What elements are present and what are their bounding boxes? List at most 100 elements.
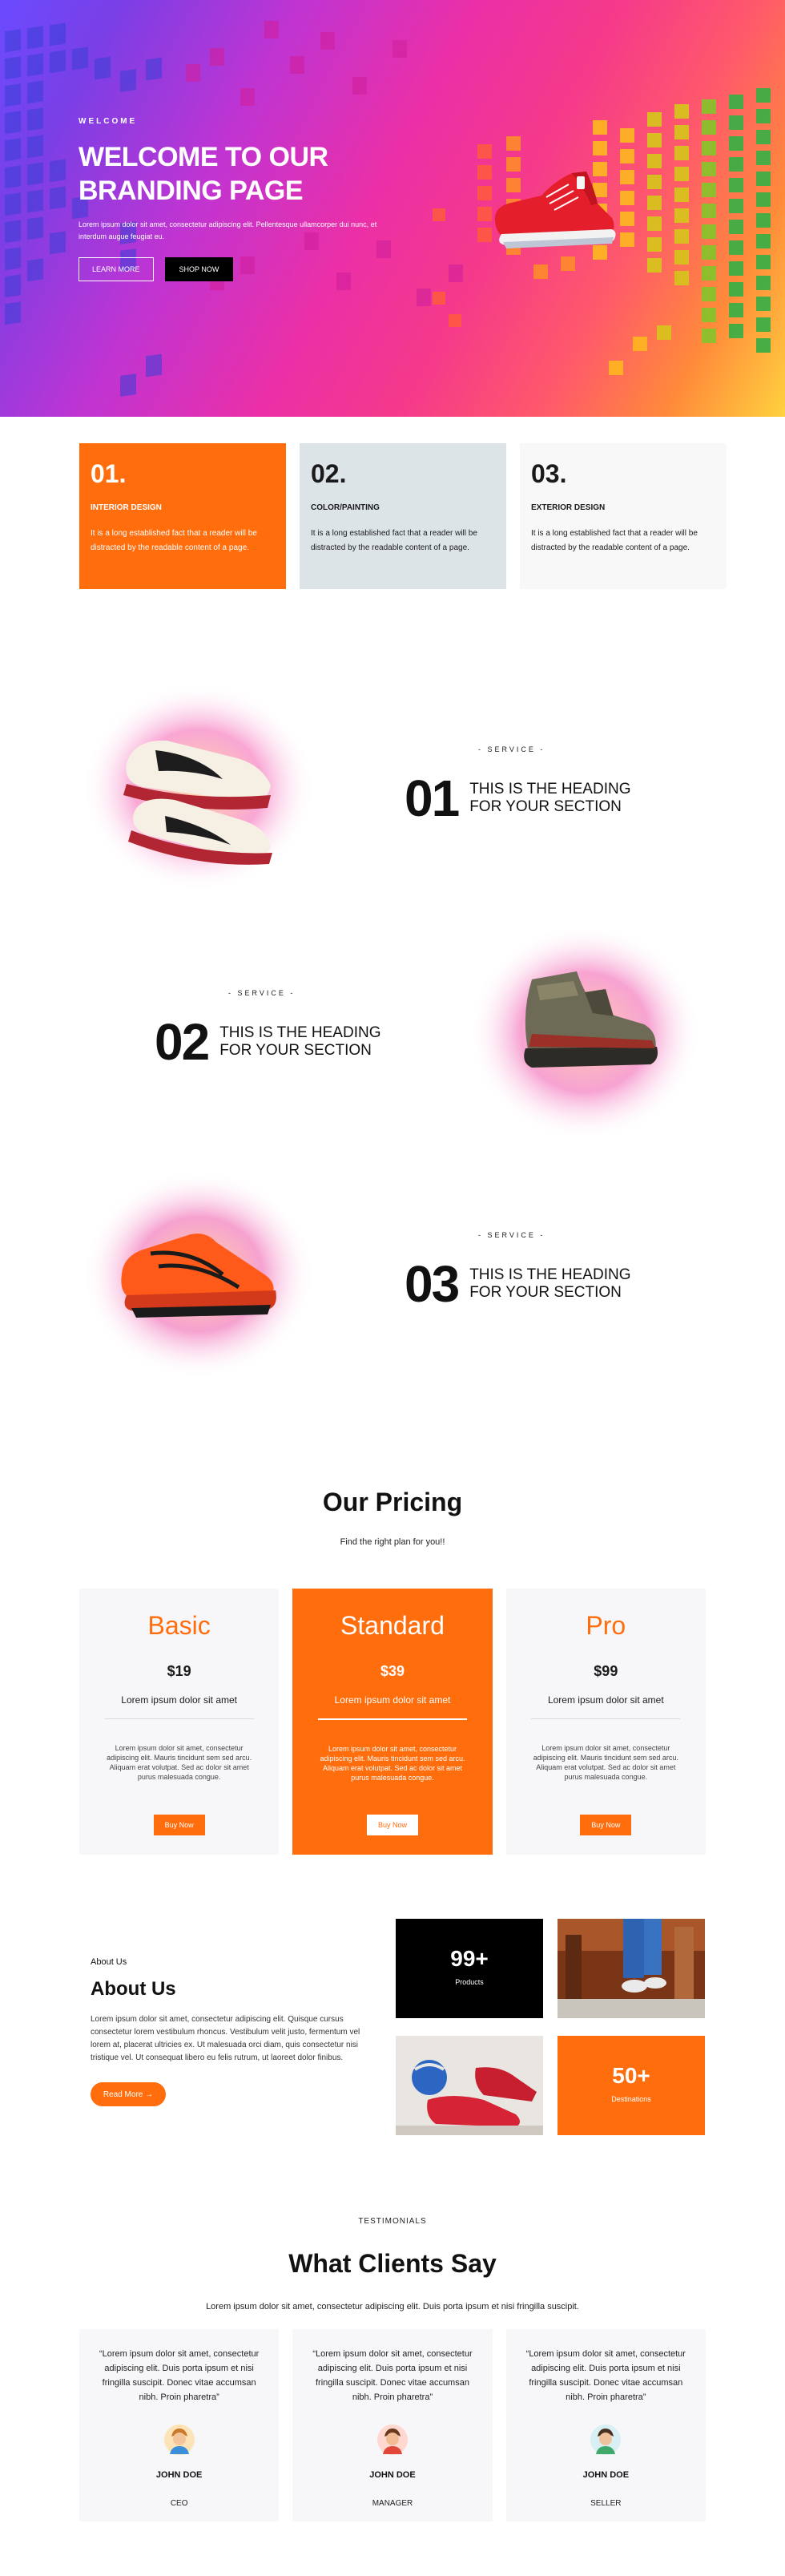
- plan-divider: [104, 1718, 254, 1719]
- buy-now-button[interactable]: Buy Now: [153, 1815, 205, 1835]
- plan-card-standard: Standard $39 Lorem ipsum dolor sit amet …: [292, 1589, 493, 1855]
- testimonial-cards: “Lorem ipsum dolor sit amet, consectetur…: [79, 2329, 706, 2521]
- feature-box-interior: 01. INTERIOR DESIGN It is a long establi…: [79, 443, 286, 589]
- plan-price: $99: [594, 1663, 618, 1679]
- feature-number: 02.: [311, 459, 347, 488]
- read-more-button[interactable]: Read More →: [91, 2082, 166, 2106]
- feature-box-color: 02. COLOR/PAINTING It is a long establis…: [300, 443, 506, 589]
- hero-description: Lorem ipsum dolor sit amet, consectetur …: [78, 220, 377, 240]
- service-3: - SERVICE - 03 THIS IS THE HEADING FOR Y…: [405, 1231, 630, 1313]
- service-number: 02: [155, 1013, 210, 1071]
- boot-image: [469, 924, 701, 1141]
- pricing-title: Our Pricing: [322, 1488, 463, 1516]
- testimonials-kicker: TESTIMONIALS: [358, 2217, 427, 2226]
- testimonial-role: CEO: [170, 2499, 188, 2508]
- testimonial-role: SELLER: [590, 2499, 622, 2508]
- testimonial-quote: “Lorem ipsum dolor sit amet, consectetur…: [99, 2349, 260, 2402]
- service-number: 01: [405, 769, 460, 827]
- plan-description: Lorem ipsum dolor sit amet, consectetur …: [107, 1744, 252, 1781]
- testimonial-quote: “Lorem ipsum dolor sit amet, consectetur…: [525, 2349, 686, 2402]
- feature-title: COLOR/PAINTING: [311, 503, 380, 512]
- plan-description: Lorem ipsum dolor sit amet, consectetur …: [320, 1745, 465, 1782]
- stat-tile-destinations: 50+ Destinations: [558, 2036, 705, 2135]
- testimonial-card: “Lorem ipsum dolor sit amet, consectetur…: [505, 2329, 706, 2521]
- pricing-plans: Basic $19 Lorem ipsum dolor sit amet Lor…: [79, 1589, 706, 1855]
- feature-title: EXTERIOR DESIGN: [531, 503, 606, 512]
- feature-number: 03.: [531, 459, 567, 488]
- testimonial-card: “Lorem ipsum dolor sit amet, consectetur…: [292, 2329, 493, 2521]
- landing-page: WELCOME WELCOME TO OUR BRANDING PAGE Lor…: [0, 0, 785, 2576]
- feature-boxes: 01. INTERIOR DESIGN It is a long establi…: [79, 443, 727, 589]
- about-title: About Us: [91, 1978, 176, 2000]
- service-number: 03: [405, 1255, 460, 1313]
- stat-number: 50+: [612, 2063, 650, 2088]
- stat-label: Destinations: [611, 2095, 651, 2103]
- stat-tile-products: 99+ Products: [396, 1919, 543, 2018]
- plan-name: Basic: [147, 1611, 211, 1640]
- testimonial-role: MANAGER: [372, 2499, 413, 2508]
- service-heading-line-1: THIS IS THE HEADING: [219, 1024, 381, 1041]
- service-kicker: - SERVICE -: [478, 745, 545, 753]
- plan-tagline: Lorem ipsum dolor sit amet: [121, 1694, 238, 1706]
- plan-price: $19: [167, 1663, 191, 1679]
- avatar-icon: [376, 2425, 408, 2455]
- feature-number: 01.: [91, 459, 127, 488]
- avatar-icon: [163, 2425, 195, 2455]
- about-description: Lorem ipsum dolor sit amet, consectetur …: [91, 2015, 360, 2062]
- sneaker-image: [83, 683, 315, 891]
- testimonial-name: JOHN DOE: [582, 2470, 630, 2480]
- testimonial-name: JOHN DOE: [155, 2470, 203, 2480]
- plan-tagline: Lorem ipsum dolor sit amet: [334, 1694, 451, 1706]
- hero-kicker: WELCOME: [78, 117, 138, 126]
- hero-title: WELCOME TO OUR BRANDING PAGE: [78, 140, 399, 208]
- service-heading-line-1: THIS IS THE HEADING: [469, 781, 631, 797]
- plan-tagline: Lorem ipsum dolor sit amet: [547, 1694, 664, 1706]
- learn-more-button[interactable]: LEARN MORE: [78, 257, 154, 281]
- plan-price: $39: [380, 1663, 405, 1679]
- testimonials-subtitle: Lorem ipsum dolor sit amet, consectetur …: [206, 2302, 579, 2312]
- service-kicker: - SERVICE -: [228, 989, 296, 997]
- plan-name: Standard: [340, 1611, 445, 1640]
- feature-title: INTERIOR DESIGN: [91, 503, 162, 512]
- plan-name: Pro: [586, 1611, 626, 1640]
- service-heading-line-2: FOR YOUR SECTION: [469, 798, 622, 815]
- service-1: - SERVICE - 01 THIS IS THE HEADING FOR Y…: [405, 745, 630, 827]
- legs-sneakers-photo: [558, 1919, 705, 2018]
- testimonials-title: What Clients Say: [288, 2249, 497, 2278]
- about-kicker: About Us: [91, 1957, 127, 1967]
- hero-buttons: LEARN MORE SHOP NOW: [78, 257, 399, 281]
- service-kicker: - SERVICE -: [478, 1231, 545, 1239]
- service-heading-line-2: FOR YOUR SECTION: [219, 1042, 372, 1059]
- pricing-subtitle: Find the right plan for you!!: [340, 1537, 445, 1547]
- service-heading-line-2: FOR YOUR SECTION: [469, 1284, 622, 1301]
- buy-now-button[interactable]: Buy Now: [366, 1815, 418, 1835]
- stat-number: 99+: [450, 1946, 489, 1971]
- service-heading: THIS IS THE HEADING FOR YOUR SECTION: [469, 1266, 630, 1302]
- plan-divider: [317, 1718, 467, 1720]
- feature-text: It is a long established fact that a rea…: [531, 529, 698, 552]
- service-heading-line-1: THIS IS THE HEADING: [469, 1266, 631, 1283]
- red-sneakers-ball-photo: [396, 2036, 543, 2135]
- testimonial-card: “Lorem ipsum dolor sit amet, consectetur…: [79, 2329, 280, 2521]
- feature-text: It is a long established fact that a rea…: [91, 529, 257, 552]
- feature-text: It is a long established fact that a rea…: [311, 529, 477, 552]
- red-sneaker-image: [494, 172, 616, 248]
- service-2: - SERVICE - 02 THIS IS THE HEADING FOR Y…: [155, 989, 380, 1071]
- plan-description: Lorem ipsum dolor sit amet, consectetur …: [533, 1744, 678, 1781]
- hero-content: WELCOME WELCOME TO OUR BRANDING PAGE Lor…: [78, 117, 399, 281]
- plan-card-pro: Pro $99 Lorem ipsum dolor sit amet Lorem…: [505, 1589, 706, 1855]
- service-heading: THIS IS THE HEADING FOR YOUR SECTION: [469, 781, 630, 816]
- hero-title-line-1: WELCOME TO OUR: [78, 142, 328, 172]
- testimonial-quote: “Lorem ipsum dolor sit amet, consectetur…: [312, 2349, 473, 2402]
- shop-now-button[interactable]: SHOP NOW: [164, 257, 234, 281]
- buy-now-button[interactable]: Buy Now: [580, 1815, 632, 1835]
- hero-title-line-2: BRANDING PAGE: [78, 176, 304, 206]
- service-heading: THIS IS THE HEADING FOR YOUR SECTION: [219, 1024, 380, 1060]
- stat-label: Products: [455, 1978, 484, 1986]
- plan-card-basic: Basic $19 Lorem ipsum dolor sit amet Lor…: [79, 1589, 280, 1855]
- feature-box-exterior: 03. EXTERIOR DESIGN It is a long establi…: [520, 443, 727, 589]
- avatar-icon: [590, 2425, 622, 2455]
- running-shoe-image: [83, 1170, 315, 1379]
- testimonial-name: JOHN DOE: [369, 2470, 416, 2480]
- hero-banner: WELCOME WELCOME TO OUR BRANDING PAGE Lor…: [0, 0, 785, 417]
